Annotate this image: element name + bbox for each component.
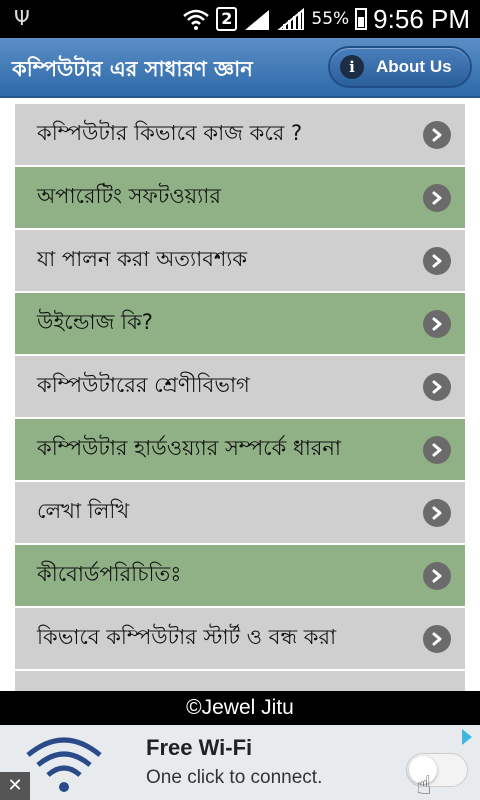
menu-item[interactable]: কম্পিউটার কিভাবে কাজ করে ? — [15, 104, 465, 167]
ad-title: Free Wi-Fi — [146, 735, 253, 760]
chevron-right-icon — [423, 498, 451, 527]
about-us-label: About Us — [376, 57, 452, 76]
menu-item[interactable]: অপারেটিং সফটওয়্যার — [15, 167, 465, 230]
menu-item[interactable]: কম্পিউটার হার্ডওয়্যার সম্পর্কে ধারনা — [15, 419, 465, 482]
chevron-right-icon — [423, 120, 451, 149]
battery-percent: 55% — [311, 9, 350, 29]
menu-list-area[interactable]: কম্পিউটার কিভাবে কাজ করে ? অপারেটিং সফটওয… — [0, 100, 480, 691]
signal-icon — [245, 10, 270, 30]
menu-item[interactable]: লেখা লিখি — [15, 482, 465, 545]
chevron-right-icon — [423, 309, 451, 338]
menu-item-label: কম্পিউটারের শ্রেণীবিভাগ — [37, 373, 250, 397]
chevron-right-icon — [423, 435, 451, 464]
wifi-icon — [26, 737, 102, 792]
ad-banner[interactable]: Free Wi-Fi One click to connect. ☝ ✕ — [0, 725, 480, 800]
menu-item-partial[interactable] — [15, 671, 465, 691]
battery-icon — [355, 8, 368, 30]
about-us-button[interactable]: i About Us — [328, 46, 472, 88]
signal-icon — [277, 8, 305, 30]
menu-item-label: লেখা লিখি — [37, 499, 130, 523]
menu-item[interactable]: কীবোর্ডপরিচিতিঃ — [15, 545, 465, 608]
chevron-right-icon — [423, 561, 451, 590]
status-icons: 2 55% 9:56 PM — [182, 4, 470, 34]
usb-icon: Ψ — [14, 6, 30, 30]
status-bar: Ψ 2 55% 9:56 PM — [0, 0, 480, 38]
chevron-right-icon — [423, 246, 451, 275]
menu-item[interactable]: উইন্ডোজ কি? — [15, 293, 465, 356]
menu-item-label: অপারেটিং সফটওয়্যার — [37, 184, 221, 208]
app-header: কম্পিউটার এর সাধারণ জ্ঞান i About Us — [0, 38, 480, 98]
menu-item[interactable]: যা পালন করা অত্যাবশ্যক — [15, 230, 465, 293]
menu-item[interactable]: কিভাবে কম্পিউটার স্টার্ট ও বন্ধ করা — [15, 608, 465, 671]
menu-item-label: কিভাবে কম্পিউটার স্টার্ট ও বন্ধ করা — [37, 625, 337, 649]
menu-item-label: যা পালন করা অত্যাবশ্যক — [37, 247, 248, 271]
close-icon[interactable]: ✕ — [0, 772, 30, 800]
menu-item-label: কম্পিউটার হার্ডওয়্যার সম্পর্কে ধারনা — [37, 436, 342, 460]
menu-item[interactable]: কম্পিউটারের শ্রেণীবিভাগ — [15, 356, 465, 419]
menu-item-label: উইন্ডোজ কি? — [37, 310, 153, 334]
adchoices-icon[interactable] — [462, 729, 472, 745]
menu-item-label: কম্পিউটার কিভাবে কাজ করে ? — [37, 121, 303, 145]
menu-item-label: কীবোর্ডপরিচিতিঃ — [37, 562, 182, 586]
menu-list: কম্পিউটার কিভাবে কাজ করে ? অপারেটিং সফটওয… — [15, 104, 465, 691]
chevron-right-icon — [423, 372, 451, 401]
app-title: কম্পিউটার এর সাধারণ জ্ঞান — [12, 57, 253, 81]
chevron-right-icon — [423, 183, 451, 212]
wifi-icon — [183, 9, 210, 30]
chevron-right-icon — [423, 624, 451, 653]
clock: 9:56 PM — [373, 3, 470, 34]
hand-pointer-icon: ☝ — [416, 771, 432, 800]
sim-badge: 2 — [216, 7, 238, 31]
ad-subtitle: One click to connect. — [146, 767, 323, 788]
footer-credit: ©Jewel Jitu — [0, 691, 480, 725]
info-icon: i — [340, 55, 364, 79]
